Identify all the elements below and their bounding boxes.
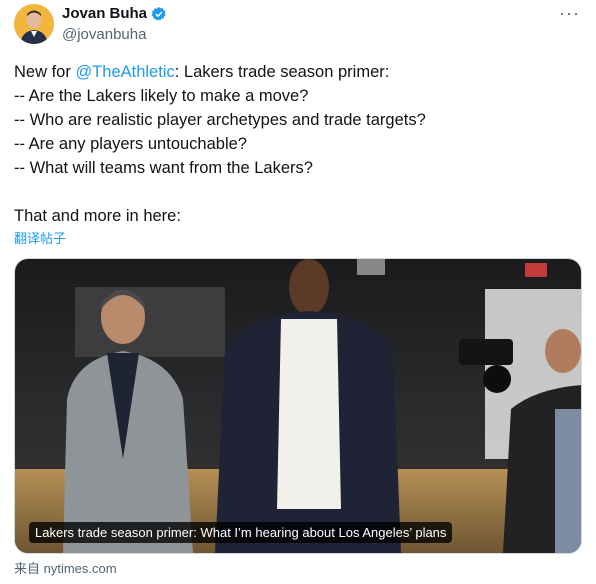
more-options-icon[interactable]: ··· bbox=[559, 4, 580, 22]
card-source[interactable]: 来自 nytimes.com bbox=[14, 558, 117, 577]
author-handle[interactable]: @jovanbuha bbox=[62, 26, 146, 43]
tweet-line: -- What will teams want from the Lakers? bbox=[14, 159, 313, 177]
intro-suffix: : Lakers trade season primer: bbox=[174, 63, 390, 81]
tweet-closing: That and more in here: bbox=[14, 207, 181, 225]
verified-badge-icon bbox=[151, 6, 166, 21]
tweet-header: Jovan Buha @jovanbuha ··· bbox=[14, 4, 584, 44]
avatar-photo bbox=[14, 4, 54, 44]
link-card[interactable]: Lakers trade season primer: What I’m hea… bbox=[14, 258, 582, 554]
tweet-text: New for @TheAthletic: Lakers trade seaso… bbox=[14, 60, 574, 228]
tweet-line: -- Who are realistic player archetypes a… bbox=[14, 111, 426, 129]
card-caption: Lakers trade season primer: What I’m hea… bbox=[29, 522, 453, 543]
tweet-line: -- Are any players untouchable? bbox=[14, 135, 247, 153]
tweet-line: -- Are the Lakers likely to make a move? bbox=[14, 87, 309, 105]
translate-link[interactable]: 翻译帖子 bbox=[14, 228, 66, 247]
card-image bbox=[15, 259, 581, 553]
avatar[interactable] bbox=[14, 4, 54, 44]
mention-link[interactable]: @TheAthletic bbox=[75, 63, 174, 81]
intro-prefix: New for bbox=[14, 63, 76, 81]
author-name[interactable]: Jovan Buha bbox=[62, 5, 147, 22]
